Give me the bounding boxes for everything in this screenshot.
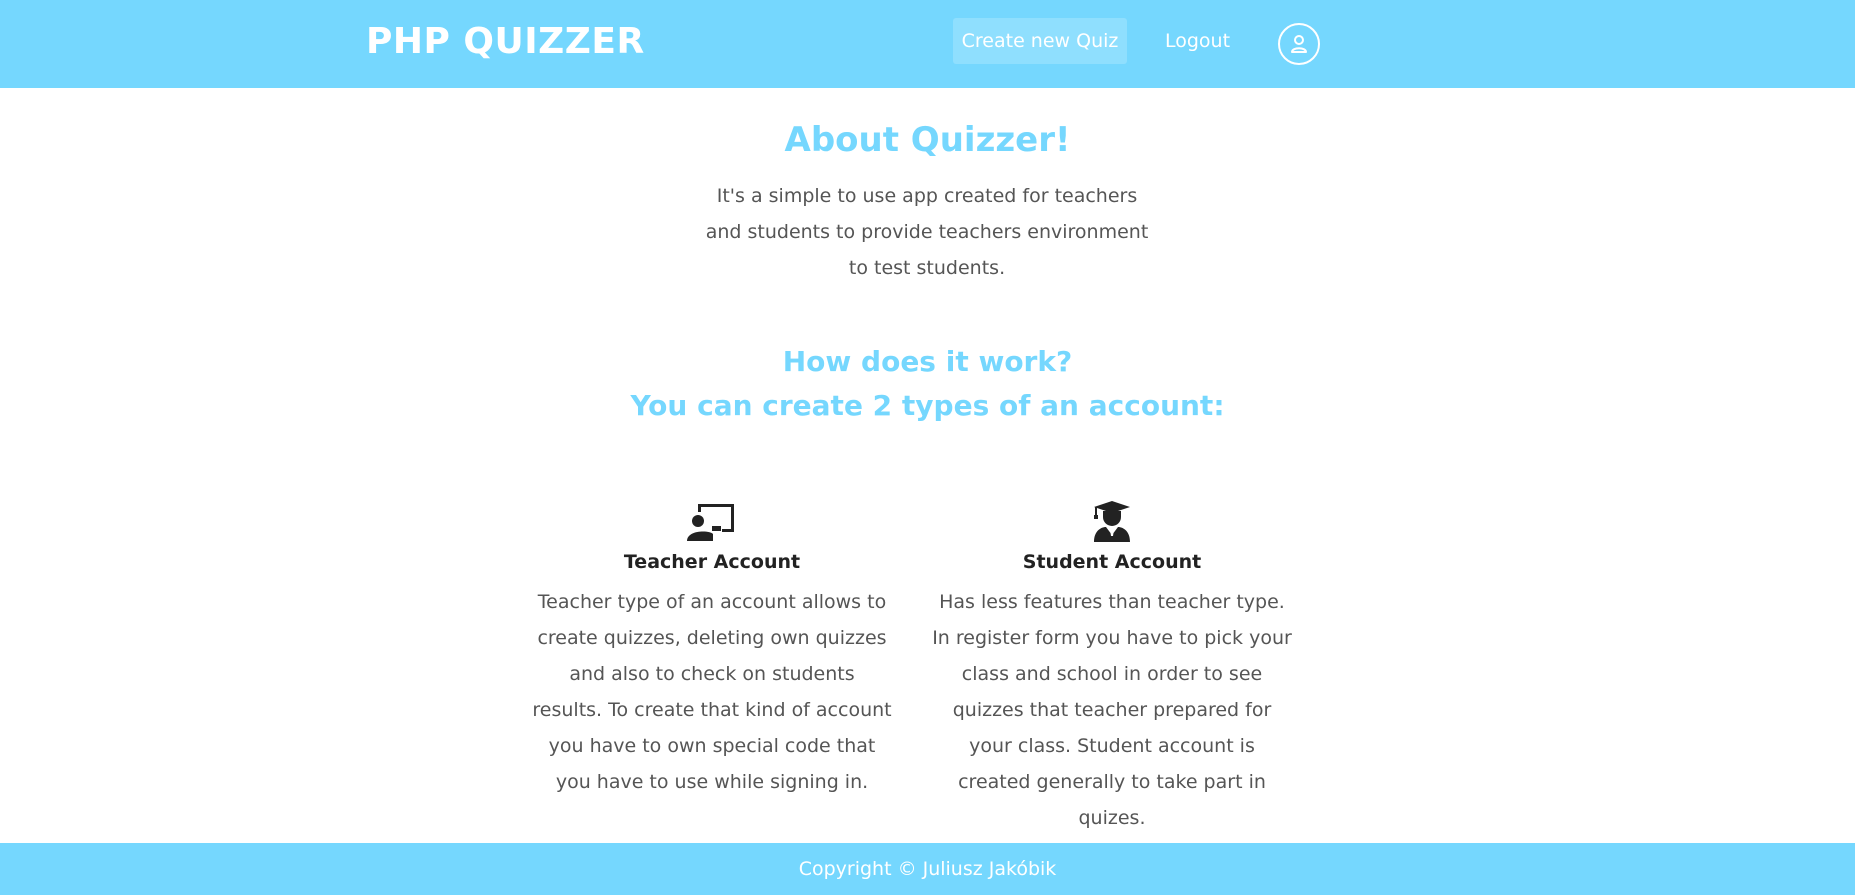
- how-it-works-line2: You can create 2 types of an account:: [630, 389, 1225, 422]
- create-quiz-button[interactable]: Create new Quiz: [953, 18, 1127, 64]
- chalkboard-teacher-icon: [687, 504, 734, 541]
- user-circle-icon: [1291, 35, 1307, 53]
- student-account-title: Student Account: [1022, 551, 1202, 573]
- top-navbar: PHP QUIZZER Create new Quiz Logout: [0, 0, 1855, 88]
- profile-button[interactable]: [1278, 23, 1320, 65]
- student-account-description: Has less features than teacher type. In …: [932, 591, 1292, 829]
- student-account-card: Student Account Has less features than t…: [932, 500, 1292, 836]
- about-title: About Quizzer!: [784, 120, 1071, 160]
- user-graduate-icon: [1094, 501, 1130, 542]
- teacher-account-title: Teacher Account: [623, 551, 801, 573]
- teacher-account-description: Teacher type of an account allows to cre…: [532, 591, 892, 793]
- how-it-works-heading: How does it work? You can create 2 types…: [0, 340, 1855, 428]
- footer: Copyright © Juliusz Jakóbik: [0, 843, 1855, 895]
- copyright-text: Copyright © Juliusz Jakóbik: [798, 858, 1057, 880]
- logout-button[interactable]: Logout: [1153, 18, 1242, 64]
- page: PHP QUIZZER Create new Quiz Logout About…: [0, 0, 1855, 895]
- brand-logo[interactable]: PHP QUIZZER: [366, 20, 645, 64]
- teacher-account-card: Teacher Account Teacher type of an accou…: [532, 500, 892, 800]
- how-it-works-line1: How does it work?: [782, 345, 1073, 378]
- about-description: It's a simple to use app created for tea…: [705, 185, 1149, 279]
- main-content: About Quizzer! It's a simple to use app …: [0, 88, 1855, 843]
